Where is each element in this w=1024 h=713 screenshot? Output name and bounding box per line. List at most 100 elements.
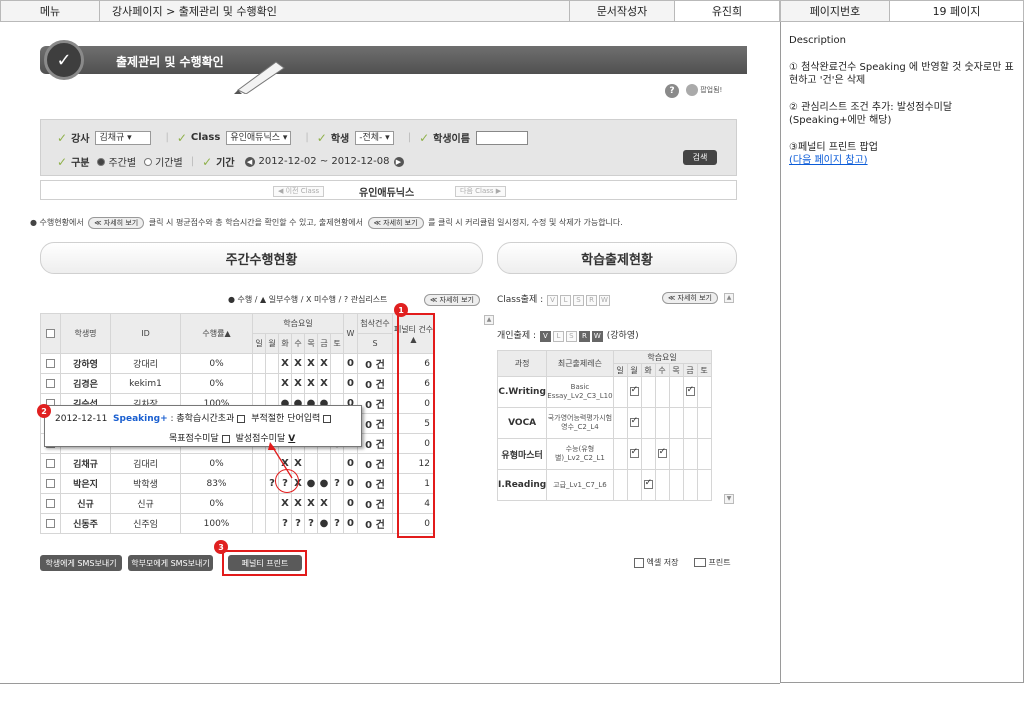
col-rate[interactable]: 수행률▲ (180, 313, 253, 354)
class-letter-l[interactable]: L (560, 295, 572, 306)
table-row[interactable]: 김경은 kekim1 0% X X X X 0 0 건6 (40, 373, 435, 394)
excel-save-button[interactable]: 엑셀 저장 (634, 557, 679, 568)
indiv-letter-w[interactable]: W (591, 331, 603, 342)
checked-checkbox-icon[interactable] (685, 385, 695, 396)
study-day-cell[interactable] (640, 469, 656, 501)
header-checkbox-cell[interactable] (40, 313, 61, 354)
prev-week-icon[interactable]: ◀ (244, 156, 255, 167)
row-checkbox-cell[interactable] (40, 373, 61, 394)
study-day-cell[interactable] (696, 469, 712, 501)
sms-parent-button[interactable]: 학부모에게 SMS보내기 (128, 555, 213, 571)
day-mark[interactable]: ? (330, 513, 344, 534)
study-day-cell[interactable] (696, 376, 712, 408)
study-day-cell[interactable] (626, 376, 642, 408)
study-day-cell[interactable] (654, 469, 670, 501)
row-checkbox[interactable] (46, 458, 55, 468)
study-day-cell[interactable] (612, 469, 628, 501)
study-day-cell[interactable] (668, 438, 684, 470)
day-mark[interactable]: ? (330, 473, 344, 494)
study-day-cell[interactable] (654, 407, 670, 439)
study-scroll-down-icon[interactable]: ▼ (724, 494, 734, 504)
study-day-cell[interactable] (696, 407, 712, 439)
table-row[interactable]: 신동주 신주임 100%??? ●? 0 0 건0 (40, 513, 435, 534)
study-scroll-up-icon[interactable]: ▲ (724, 293, 734, 303)
checked-checkbox-icon[interactable] (629, 447, 639, 458)
class-letter-r[interactable]: R (586, 295, 598, 306)
row-checkbox[interactable] (46, 378, 55, 388)
study-day-cell[interactable] (654, 438, 670, 470)
study-day-cell[interactable] (612, 438, 628, 470)
bad-word-checkbox[interactable] (323, 414, 332, 423)
overtime-checkbox[interactable] (237, 414, 246, 423)
row-checkbox-cell[interactable] (40, 493, 61, 514)
checked-checkbox-icon[interactable] (657, 447, 667, 458)
study-day-cell[interactable] (612, 376, 628, 408)
popup-indicator[interactable]: 팝업됨! (686, 84, 722, 96)
study-day-cell[interactable] (626, 438, 642, 470)
study-day-cell[interactable] (682, 469, 698, 501)
class-select[interactable]: 유인애듀닉스 ▾ (226, 130, 292, 145)
row-checkbox-cell[interactable] (40, 353, 61, 374)
indiv-letter-r[interactable]: R (578, 331, 590, 342)
student-name-input[interactable] (475, 130, 528, 145)
period-radio[interactable] (144, 157, 153, 166)
checked-checkbox-icon[interactable] (643, 478, 653, 489)
class-letter-s[interactable]: S (573, 295, 585, 306)
day-mark[interactable]: ? (304, 513, 318, 534)
weekly-radio[interactable] (97, 157, 106, 166)
table-row[interactable]: 박은지 박학생 83%?? X ● ●? 0 0 건1 (40, 473, 435, 494)
study-day-cell[interactable] (626, 407, 642, 439)
study-row[interactable]: I.Reading 고급_Lv1_C7_L6 (496, 469, 712, 501)
target-score-checkbox[interactable] (221, 434, 230, 443)
scroll-up-icon[interactable]: ▲ (484, 315, 494, 325)
day-mark[interactable]: ? (278, 513, 292, 534)
study-day-cell[interactable] (696, 438, 712, 470)
study-day-cell[interactable] (640, 376, 656, 408)
next-class-button[interactable]: 다음 Class ▶ (455, 186, 507, 197)
indiv-letter-l[interactable]: L (552, 331, 564, 342)
print-button[interactable]: 프린트 (694, 557, 731, 568)
row-checkbox[interactable] (46, 358, 55, 368)
class-letter-w[interactable]: W (599, 295, 611, 306)
help-icon[interactable]: ? (665, 84, 679, 98)
checked-checkbox-icon[interactable] (629, 416, 639, 427)
row-checkbox-cell[interactable] (40, 473, 61, 494)
weekly-detail-button[interactable]: ≪ 자세히 보기 (424, 294, 480, 306)
study-row[interactable]: C.Writing Basic Essay_Lv2_C3_L10 (496, 376, 712, 408)
row-checkbox-cell[interactable] (40, 513, 61, 534)
grade-select[interactable]: -전체- ▾ (355, 130, 394, 145)
day-mark[interactable]: ? (291, 513, 305, 534)
table-row[interactable]: 신규 신규 0% X X X X 0 0 건4 (40, 493, 435, 514)
row-checkbox[interactable] (46, 478, 55, 488)
row-checkbox[interactable] (46, 518, 55, 528)
row-checkbox-cell[interactable] (40, 453, 61, 474)
next-page-link[interactable]: (다음 페이지 참고) (789, 154, 1015, 167)
search-button[interactable]: 검색 (683, 150, 717, 165)
study-day-cell[interactable] (640, 438, 656, 470)
row-checkbox[interactable] (46, 498, 55, 508)
study-day-cell[interactable] (682, 438, 698, 470)
indiv-letter-v[interactable]: V (539, 331, 551, 342)
prev-class-button[interactable]: ◀ 이전 Class (273, 186, 325, 197)
select-all-checkbox[interactable] (46, 329, 55, 338)
next-week-icon[interactable]: ▶ (393, 156, 404, 167)
study-day-cell[interactable] (654, 376, 670, 408)
table-row[interactable]: 김채규 김대리 0% X X 0 0 건 12 (40, 453, 435, 474)
study-day-cell[interactable] (668, 376, 684, 408)
detail-tag-button[interactable]: ≪ 자세히 보기 (88, 217, 145, 229)
study-row[interactable]: VOCA 국가영어능력평가시험영수_C2_L4 (496, 407, 712, 439)
study-day-cell[interactable] (682, 407, 698, 439)
study-detail-button[interactable]: ≪ 자세히 보기 (662, 292, 718, 304)
study-day-cell[interactable] (626, 469, 642, 501)
detail-tag-button-2[interactable]: ≪ 자세히 보기 (367, 217, 424, 229)
study-day-cell[interactable] (612, 407, 628, 439)
table-row[interactable]: 강하영 강대리 0% X X X X 0 0 건6 (40, 353, 435, 374)
checked-checkbox-icon[interactable] (629, 385, 639, 396)
indiv-letter-s[interactable]: S (565, 331, 577, 342)
study-row[interactable]: 유형마스터 수능(유형별)_Lv2_C2_L1 (496, 438, 712, 470)
sms-student-button[interactable]: 학생에게 SMS보내기 (40, 555, 122, 571)
class-letter-v[interactable]: V (547, 295, 559, 306)
study-day-cell[interactable] (682, 376, 698, 408)
study-day-cell[interactable] (640, 407, 656, 439)
study-day-cell[interactable] (668, 407, 684, 439)
